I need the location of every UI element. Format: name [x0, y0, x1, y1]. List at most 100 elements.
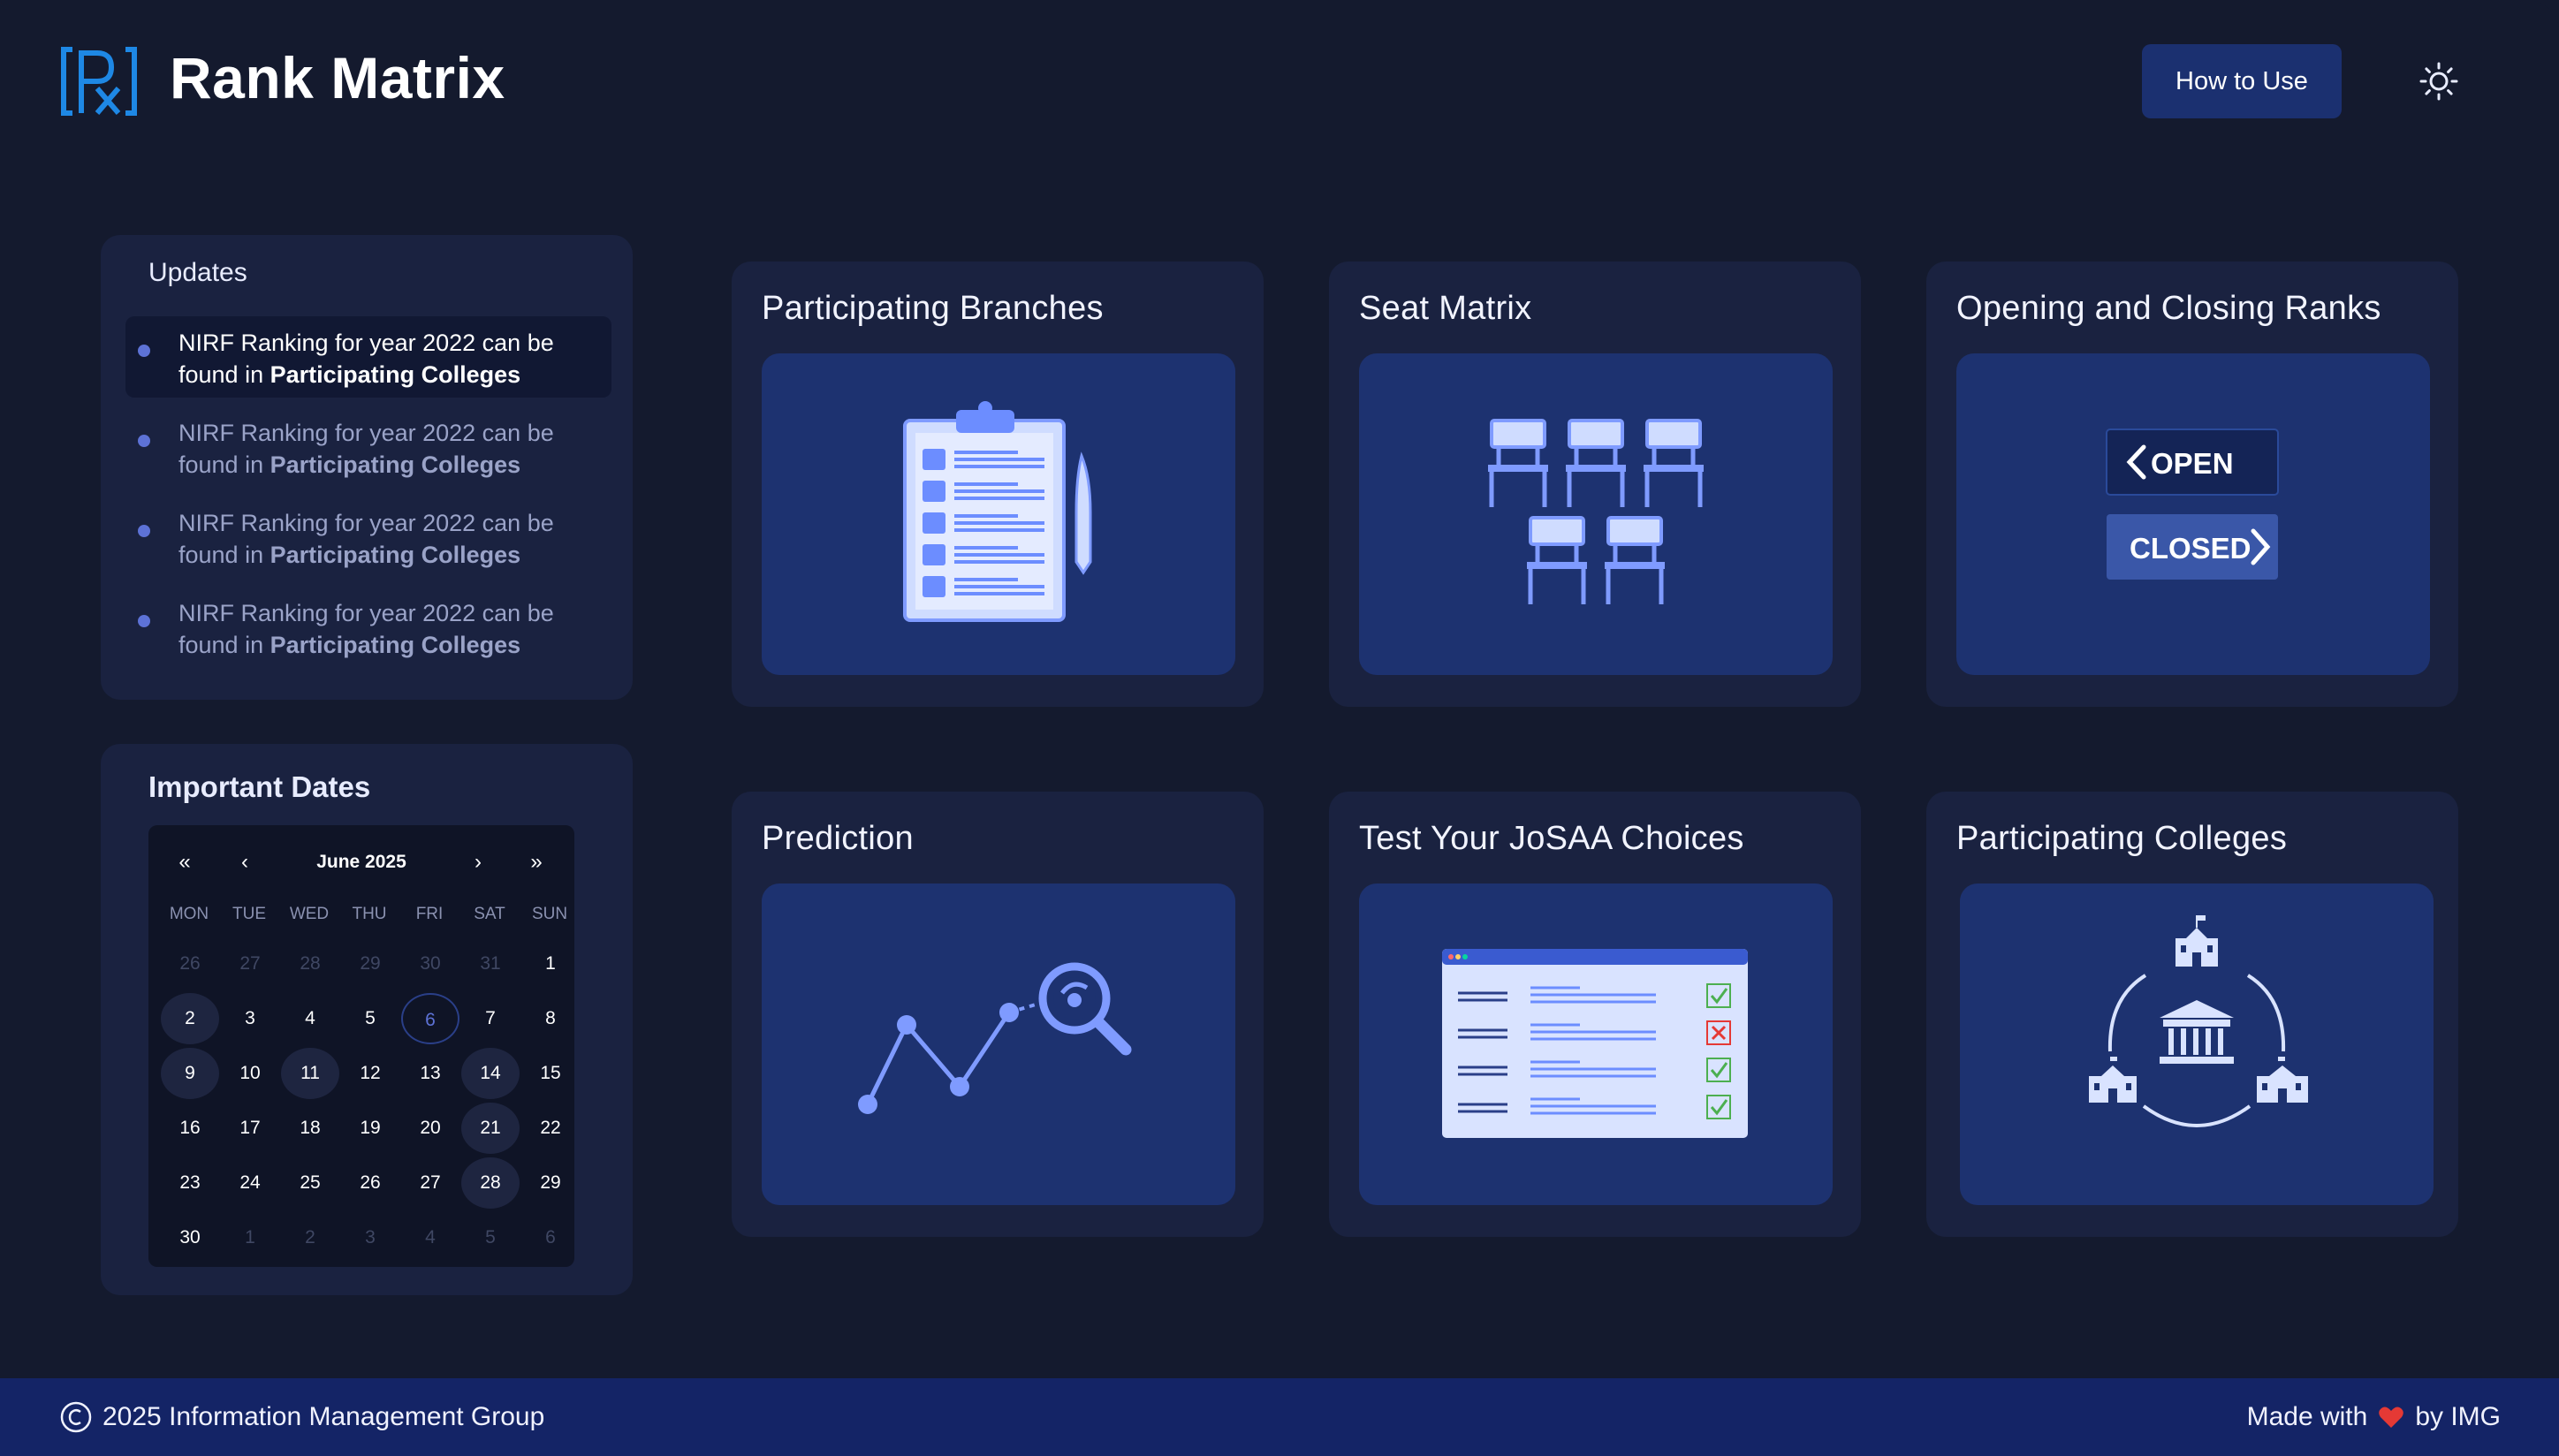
calendar-day[interactable]: 20	[401, 1103, 459, 1154]
calendar-day[interactable]: 18	[281, 1103, 339, 1154]
calendar-day[interactable]: 29	[521, 1157, 580, 1209]
sun-icon[interactable]	[2418, 60, 2460, 102]
update-link[interactable]: Participating Colleges	[270, 542, 521, 568]
rx-logo-icon[interactable]	[60, 46, 138, 117]
card-title: Test Your JoSAA Choices	[1359, 820, 1744, 857]
calendar-day[interactable]: 5	[341, 993, 399, 1044]
update-link[interactable]: Participating Colleges	[270, 632, 521, 658]
update-item[interactable]: NIRF Ranking for year 2022 can be found …	[125, 316, 611, 398]
calendar-day[interactable]: 19	[341, 1103, 399, 1154]
calendar-day[interactable]: 30	[161, 1212, 219, 1263]
update-link[interactable]: Participating Colleges	[270, 451, 521, 478]
chair-shape	[1605, 516, 1665, 604]
test-josaa-choices-card[interactable]: Test Your JoSAA Choices	[1329, 792, 1861, 1237]
made-with-text: Made with	[2246, 1402, 2368, 1431]
brand-title[interactable]: Rank Matrix	[170, 44, 505, 111]
closed-label: CLOSED	[2130, 532, 2251, 565]
participating-branches-card[interactable]: Participating Branches	[732, 262, 1264, 707]
calendar-day[interactable]: 3	[221, 993, 279, 1044]
calendar-day[interactable]: 5	[461, 1212, 520, 1263]
calendar-day[interactable]: 4	[281, 993, 339, 1044]
next-month-button[interactable]: ›	[456, 845, 500, 880]
calendar-day[interactable]: 31	[461, 938, 520, 990]
calendar-day[interactable]: 24	[221, 1157, 279, 1209]
calendar-day[interactable]: 25	[281, 1157, 339, 1209]
card-title: Seat Matrix	[1359, 290, 1532, 327]
calendar-day[interactable]: 17	[221, 1103, 279, 1154]
chairs-icon	[1488, 419, 1704, 604]
made-with: Made with by IMG	[2247, 1398, 2501, 1437]
chair-shape	[1566, 419, 1626, 507]
calendar-month-label[interactable]: June 2025	[254, 845, 468, 880]
calendar-day[interactable]: 29	[341, 938, 399, 990]
weekday-label: SAT	[474, 905, 505, 923]
calendar-day[interactable]: 8	[521, 993, 580, 1044]
calendar-day[interactable]: 6	[401, 993, 459, 1044]
opening-closing-ranks-card[interactable]: Opening and Closing Ranks OPEN CLOSED	[1926, 262, 2458, 707]
calendar-day[interactable]: 1	[221, 1212, 279, 1263]
calendar-day[interactable]: 12	[341, 1048, 399, 1099]
card-illustration	[1359, 353, 1833, 675]
updates-title: Updates	[148, 258, 247, 287]
chart-search-icon	[858, 962, 1132, 1114]
prev-year-button[interactable]: «	[163, 845, 207, 880]
calendar-day[interactable]: 21	[461, 1103, 520, 1154]
open-closed-sign-icon: OPEN CLOSED	[2106, 428, 2279, 580]
participating-colleges-card[interactable]: Participating Colleges	[1926, 792, 2458, 1237]
copyright-icon	[60, 1401, 92, 1433]
calendar-day[interactable]: 1	[521, 938, 580, 990]
calendar-day[interactable]: 6	[521, 1212, 580, 1263]
calendar-day[interactable]: 7	[461, 993, 520, 1044]
weekday-label: FRI	[415, 905, 444, 923]
calendar-day[interactable]: 30	[401, 938, 459, 990]
heart-icon	[2379, 1407, 2404, 1428]
clipboard-icon	[903, 401, 1092, 622]
calendar-day[interactable]: 15	[521, 1048, 580, 1099]
calendar: « ‹ June 2025 › » MON TUE WED THU FRI SAT SUN …	[148, 825, 574, 1267]
weekday-label: THU	[352, 905, 387, 923]
card-illustration	[1359, 883, 1833, 1205]
footer: 2025 Information Management Group Made w…	[0, 1378, 2559, 1456]
next-year-button[interactable]: »	[514, 845, 558, 880]
chair-shape	[1644, 419, 1704, 507]
calendar-day[interactable]: 23	[161, 1157, 219, 1209]
update-link[interactable]: Participating Colleges	[270, 361, 521, 388]
calendar-day[interactable]: 27	[221, 938, 279, 990]
calendar-day[interactable]: 2	[161, 993, 219, 1044]
weekday-label: TUE	[232, 905, 266, 923]
weekday-label: WED	[289, 905, 330, 923]
how-to-use-button[interactable]: How to Use	[2142, 44, 2342, 118]
update-item[interactable]: NIRF Ranking for year 2022 can be found …	[125, 587, 611, 668]
calendar-day[interactable]: 28	[281, 938, 339, 990]
college-buildings-icon	[2089, 915, 2308, 1127]
checklist-window-icon	[1442, 949, 1748, 1138]
copyright-text: 2025 Information Management Group	[103, 1402, 545, 1431]
bullet-dot	[138, 615, 150, 627]
weekday-label: MON	[169, 905, 209, 923]
update-item[interactable]: NIRF Ranking for year 2022 can be found …	[125, 406, 611, 488]
calendar-day[interactable]: 13	[401, 1048, 459, 1099]
chair-shape	[1527, 516, 1587, 604]
calendar-day[interactable]: 28	[461, 1157, 520, 1209]
prediction-card[interactable]: Prediction	[732, 792, 1264, 1237]
calendar-day[interactable]: 4	[401, 1212, 459, 1263]
calendar-day[interactable]: 10	[221, 1048, 279, 1099]
calendar-day[interactable]: 16	[161, 1103, 219, 1154]
calendar-day[interactable]: 26	[341, 1157, 399, 1209]
calendar-day[interactable]: 14	[461, 1048, 520, 1099]
calendar-day[interactable]: 26	[161, 938, 219, 990]
card-title: Participating Branches	[762, 290, 1104, 327]
calendar-day[interactable]: 9	[161, 1048, 219, 1099]
calendar-day[interactable]: 11	[281, 1048, 339, 1099]
calendar-day[interactable]: 3	[341, 1212, 399, 1263]
copyright: 2025 Information Management Group	[60, 1398, 544, 1437]
calendar-day[interactable]: 22	[521, 1103, 580, 1154]
card-illustration	[762, 353, 1235, 675]
important-dates-panel: Important Dates « ‹ June 2025 › » MON TUE…	[101, 744, 633, 1295]
calendar-day[interactable]: 2	[281, 1212, 339, 1263]
seat-matrix-card[interactable]: Seat Matrix	[1329, 262, 1861, 707]
calendar-day[interactable]: 27	[401, 1157, 459, 1209]
weekday-label: SUN	[531, 905, 568, 923]
update-item[interactable]: NIRF Ranking for year 2022 can be found …	[125, 497, 611, 578]
bullet-dot	[138, 345, 150, 357]
